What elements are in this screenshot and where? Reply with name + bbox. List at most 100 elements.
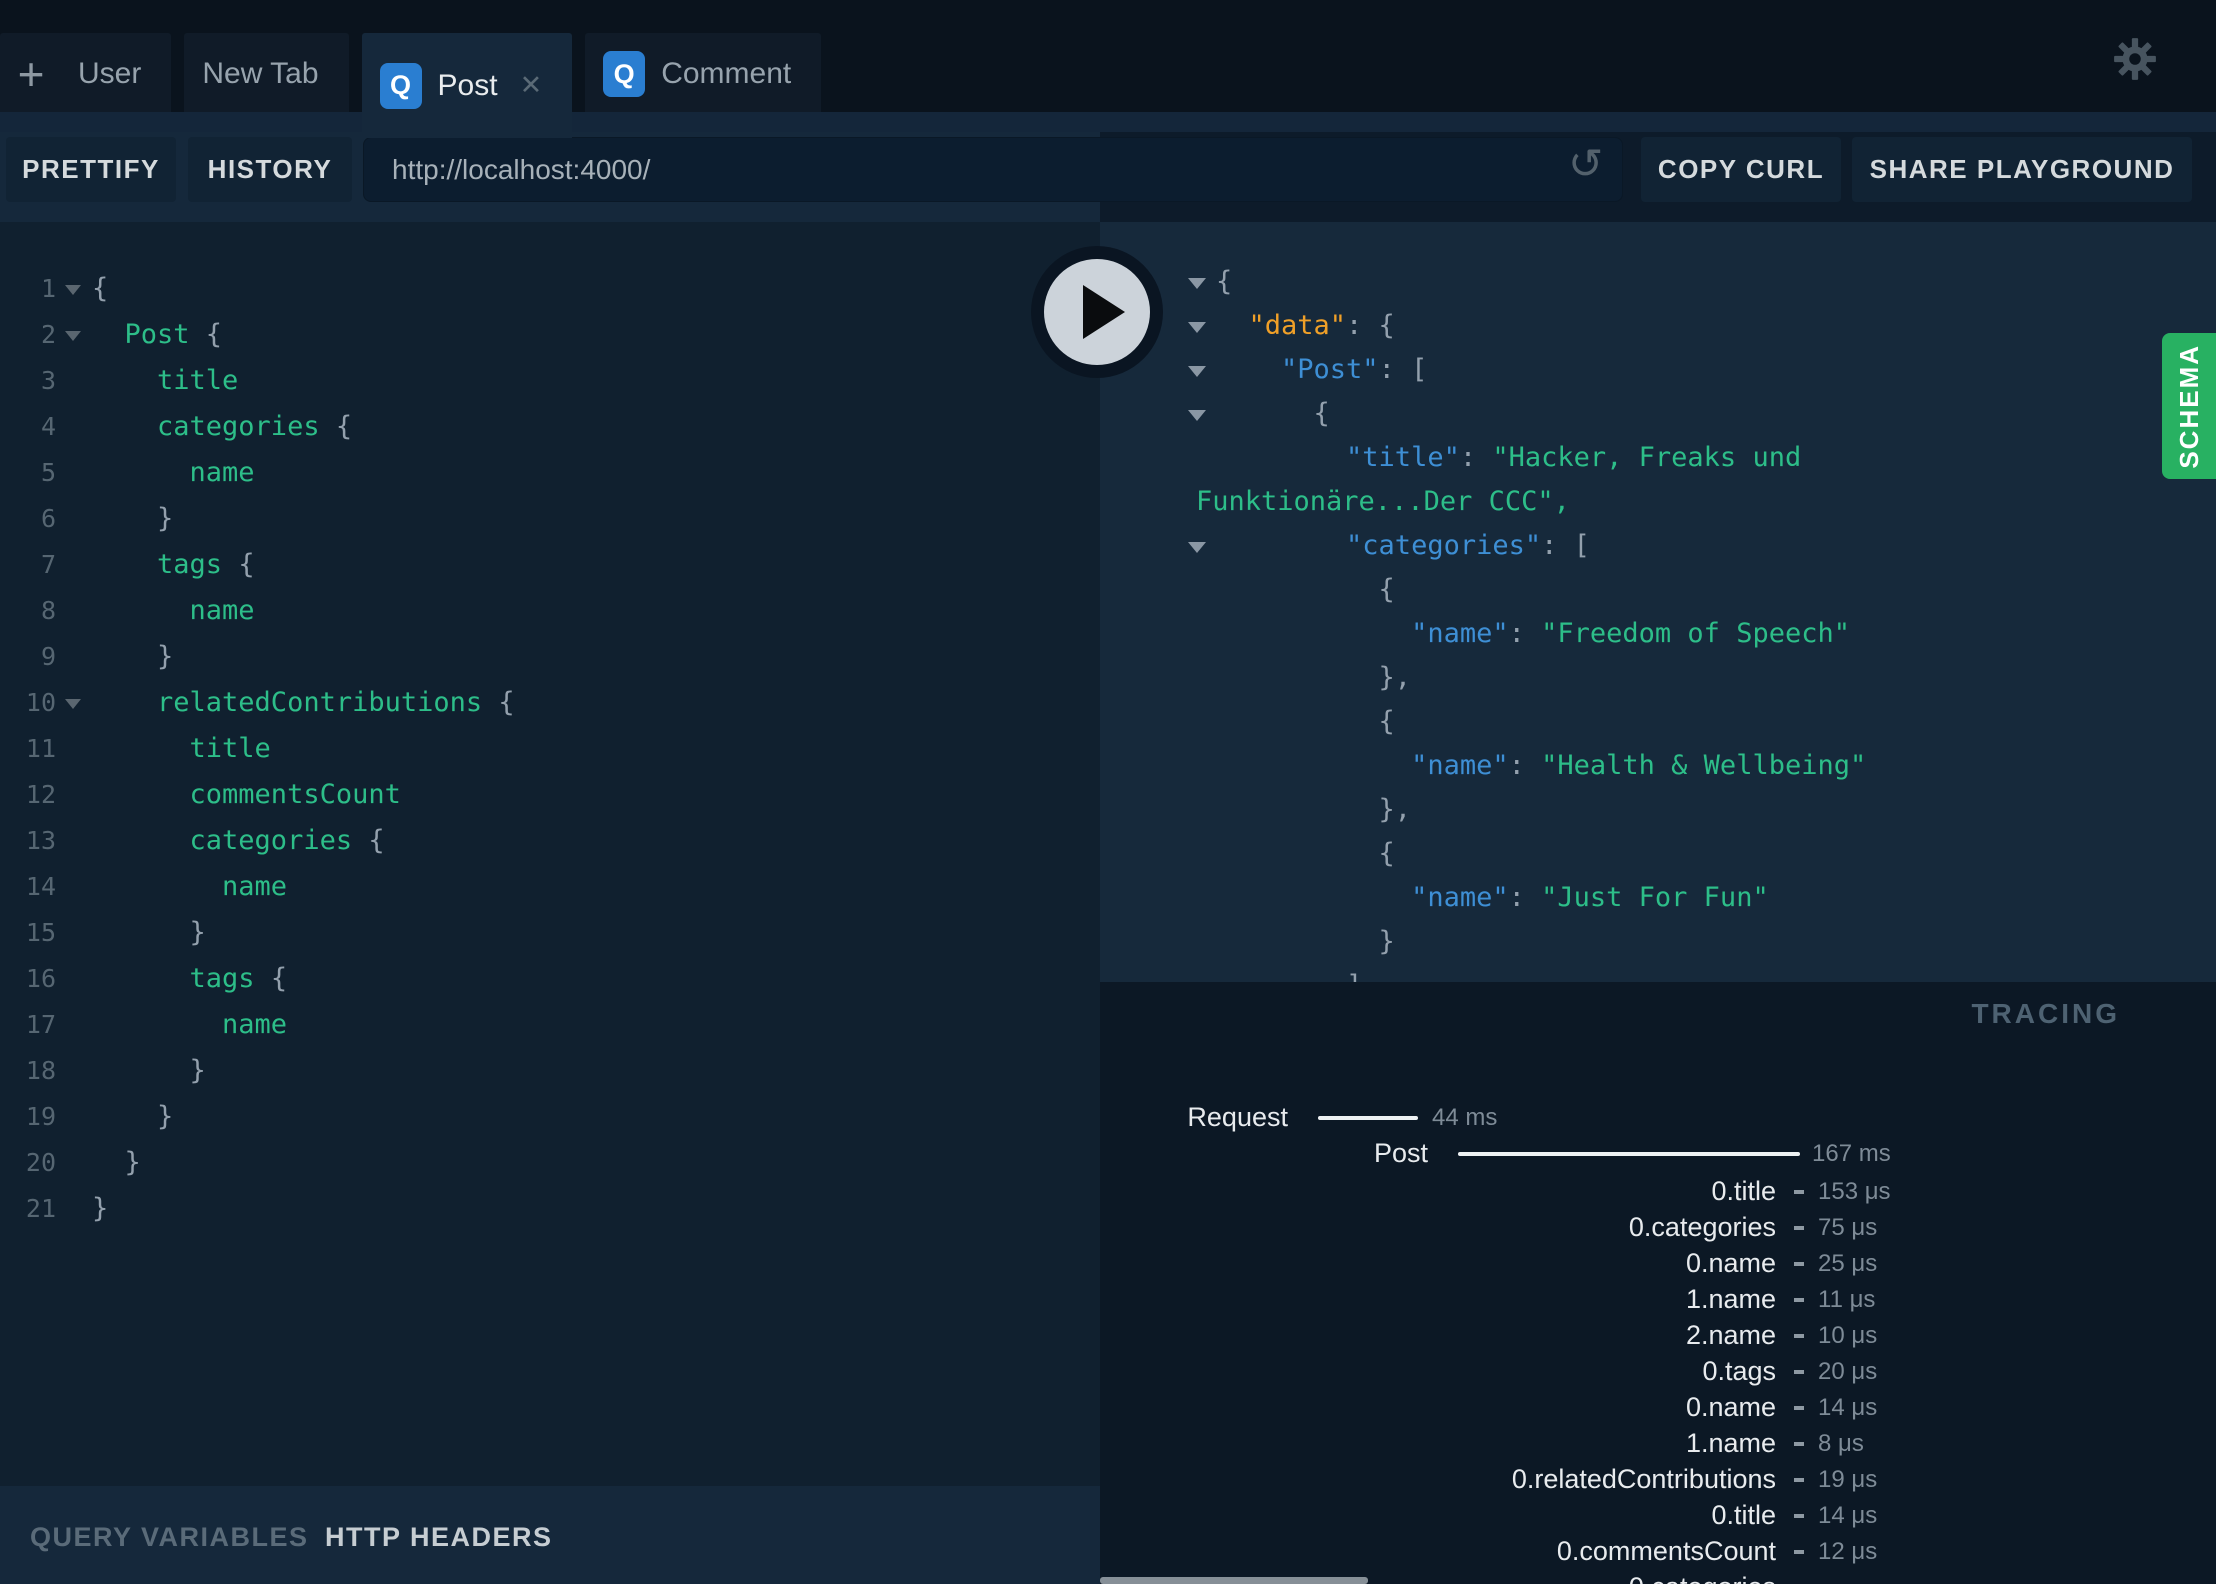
response-row: "name": "Just For Fun": [1100, 876, 2216, 920]
fold-column: [56, 680, 92, 726]
trace-row-field: 0.title 14 μs: [1100, 1500, 2216, 1530]
line-number: 19: [25, 1102, 56, 1131]
new-tab-button[interactable]: +: [0, 33, 62, 115]
code-text: }: [92, 910, 206, 956]
json-token: {: [1216, 838, 1395, 869]
fold-column: [56, 312, 92, 358]
fold-column: [56, 634, 92, 680]
trace-row-field: 2.name 10 μs: [1100, 1320, 2216, 1350]
fold-column: [56, 1002, 92, 1048]
trace-value: 11 μs: [1818, 1286, 1876, 1313]
trace-dash: [1794, 1262, 1804, 1266]
tab-new-tab[interactable]: New Tab: [184, 33, 349, 115]
fold-arrow-icon[interactable]: [1188, 366, 1206, 377]
fold-arrow-icon[interactable]: [1188, 410, 1206, 421]
json-token: "title": [1216, 442, 1460, 473]
code-text: }: [92, 1094, 173, 1140]
fold-arrow-icon[interactable]: [65, 285, 81, 295]
json-token: "name": [1216, 618, 1509, 649]
trace-dash: [1794, 1478, 1804, 1482]
trace-row-field: 0.relatedContributions 19 μs: [1100, 1464, 2216, 1494]
json-text: "title": "Hacker, Freaks und: [1100, 436, 2216, 480]
line-number: 8: [40, 596, 56, 625]
json-token: : [: [1541, 530, 1590, 561]
trace-dash: [1794, 1298, 1804, 1302]
fold-arrow-icon[interactable]: [65, 331, 81, 341]
execute-query-button[interactable]: [1031, 246, 1163, 378]
trace-value: 20 μs: [1818, 1358, 1878, 1385]
tracing-scrollbar[interactable]: [1100, 1577, 1368, 1584]
code-token: }: [92, 1101, 174, 1132]
response-row: ]: [1100, 964, 2216, 982]
code-token: commentsCount: [92, 779, 401, 810]
schema-tab-label: SCHEMA: [2173, 343, 2204, 469]
response-row: {: [1100, 392, 2216, 436]
trace-label: 0.relatedContributions: [1511, 1464, 1776, 1494]
code-token: }: [92, 1193, 109, 1224]
close-tab-icon[interactable]: ✕: [520, 70, 543, 101]
fold-column: [56, 266, 92, 312]
response-row: {: [1100, 832, 2216, 876]
query-editor[interactable]: 1{2 Post {3 title 4 categories {5 name 6 }…: [0, 222, 1100, 1486]
trace-dash: [1794, 1442, 1804, 1446]
query-editor-line: 3 title: [0, 358, 1100, 404]
json-text: "data": {: [1100, 304, 2216, 348]
trace-value: 44 ms: [1432, 1104, 1498, 1131]
fold-column: [56, 956, 92, 1002]
query-editor-line: 19 }: [0, 1094, 1100, 1140]
fold-arrow-icon[interactable]: [1188, 278, 1206, 289]
line-number: 7: [40, 550, 56, 579]
tab-post[interactable]: Q Post ✕: [361, 33, 573, 138]
trace-row-resolver-root: Post 167 ms: [1100, 1138, 2216, 1168]
share-playground-button[interactable]: SHARE PLAYGROUND: [1852, 137, 2192, 202]
tracing-panel: TRACING Request 44 ms Post 167 ms 0.title 153…: [1100, 982, 2216, 1584]
fold-arrow-icon[interactable]: [65, 699, 81, 709]
json-text: {: [1100, 700, 2216, 744]
http-headers-tab[interactable]: HTTP HEADERS: [325, 1522, 553, 1553]
history-button[interactable]: HISTORY: [188, 137, 352, 202]
json-token: },: [1216, 662, 1412, 693]
trace-value: 14 μs: [1818, 1502, 1878, 1529]
fold-column: [56, 404, 92, 450]
trace-value: 167 ms: [1812, 1140, 1891, 1167]
code-text: name: [92, 450, 255, 496]
prettify-button[interactable]: PRETTIFY: [6, 137, 176, 202]
query-editor-lines: 1{2 Post {3 title 4 categories {5 name 6 }…: [0, 266, 1100, 1232]
response-row: "name": "Health & Wellbeing": [1100, 744, 2216, 788]
tab-comment[interactable]: Q Comment: [585, 33, 822, 115]
code-text: }: [92, 634, 173, 680]
code-text: tags {: [92, 956, 288, 1002]
trace-label: 0.tags: [1702, 1356, 1776, 1386]
json-token: "categories": [1216, 530, 1542, 561]
tab-bar: QUserNew TabQPost✕QComment +: [0, 0, 2216, 138]
query-editor-line: 21}: [0, 1186, 1100, 1232]
trace-label: 2.name: [1685, 1320, 1776, 1350]
settings-gear-icon[interactable]: [2112, 36, 2158, 82]
endpoint-url-input[interactable]: [363, 137, 1623, 202]
trace-value: 14 μs: [1818, 1394, 1878, 1421]
fold-arrow-icon[interactable]: [1188, 542, 1206, 553]
trace-bar: [1458, 1152, 1800, 1156]
json-token: "data": [1216, 310, 1347, 341]
response-row: "title": "Hacker, Freaks und: [1100, 436, 2216, 480]
fold-column: [56, 1186, 92, 1232]
schema-tab-button[interactable]: SCHEMA: [2162, 333, 2216, 479]
query-editor-line: 8 name: [0, 588, 1100, 634]
tracing-toggle[interactable]: TRACING: [1971, 998, 2120, 1030]
refresh-schema-icon[interactable]: ↺: [1568, 143, 1603, 185]
trace-row-request: Request 44 ms: [1100, 1102, 2216, 1132]
code-text: name: [92, 1002, 287, 1048]
code-text: categories {: [92, 404, 352, 450]
response-row: {: [1100, 700, 2216, 744]
line-number: 11: [25, 734, 56, 763]
copy-curl-button[interactable]: COPY CURL: [1641, 137, 1841, 202]
fold-arrow-icon[interactable]: [1188, 322, 1206, 333]
code-text: title: [92, 726, 271, 772]
code-text: commentsCount: [92, 772, 401, 818]
line-number: 12: [25, 780, 56, 809]
query-editor-line: 2 Post {: [0, 312, 1100, 358]
response-row: {: [1100, 260, 2216, 304]
query-variables-tab[interactable]: QUERY VARIABLES: [30, 1522, 309, 1553]
code-token: relatedContributions: [92, 687, 499, 718]
execute-button-circle: [1044, 259, 1150, 365]
